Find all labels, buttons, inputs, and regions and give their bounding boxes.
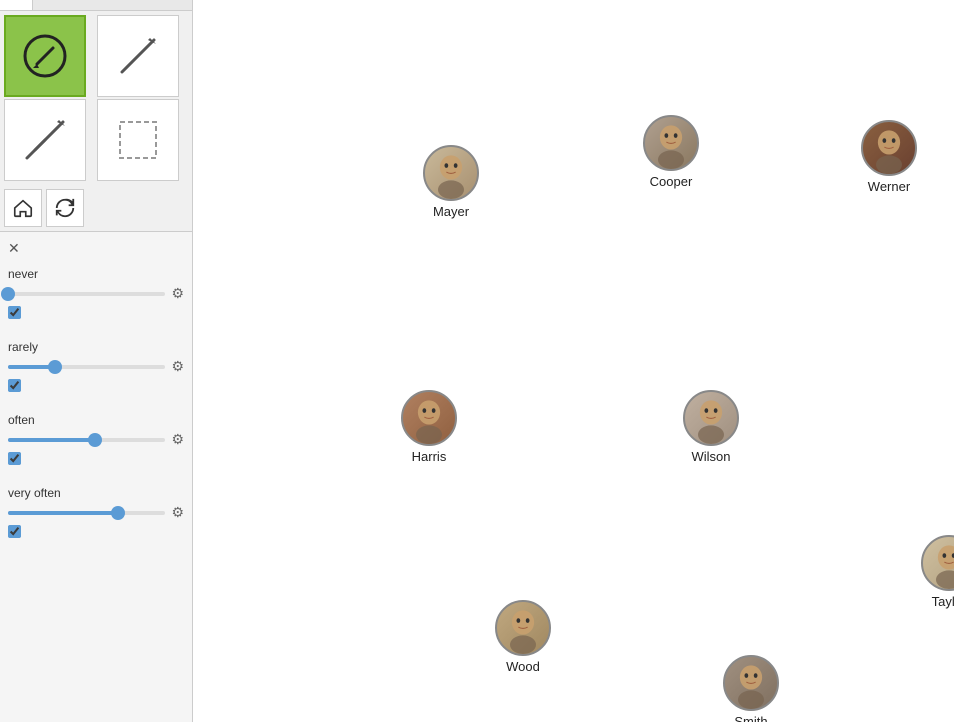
avatar-werner	[861, 120, 917, 176]
line-tool-button[interactable]	[97, 15, 179, 97]
avatar-wilson	[683, 390, 739, 446]
action-row	[0, 185, 192, 232]
multiline-tool-button[interactable]	[4, 99, 86, 181]
slider-track-never[interactable]	[8, 292, 165, 296]
person-label-cooper: Cooper	[650, 174, 693, 189]
slider-row-never: ⚙	[8, 285, 184, 302]
avatar-harris	[401, 390, 457, 446]
slider-track-very-often[interactable]	[8, 511, 165, 515]
person-node-wilson[interactable]: Wilson	[683, 390, 739, 464]
checkbox-often[interactable]	[8, 452, 21, 465]
freq-item-often: often ⚙	[8, 413, 184, 470]
tab-1[interactable]	[0, 0, 33, 10]
person-node-mayer[interactable]: Mayer	[423, 145, 479, 219]
support-panel: ✕ never ⚙ rarely ⚙ often	[0, 232, 192, 722]
checkbox-row-rarely	[8, 379, 184, 397]
rect-tool-button[interactable]	[97, 99, 179, 181]
tab-bar	[0, 0, 192, 11]
gear-icon-rarely[interactable]: ⚙	[171, 358, 184, 375]
person-label-harris: Harris	[412, 449, 447, 464]
frequency-container: never ⚙ rarely ⚙ often	[8, 267, 184, 543]
freq-label-rarely: rarely	[8, 340, 184, 354]
freq-label-often: often	[8, 413, 184, 427]
slider-track-often[interactable]	[8, 438, 165, 442]
checkbox-row-very-often	[8, 525, 184, 543]
freq-label-very-often: very often	[8, 486, 184, 500]
checkbox-row-never	[8, 306, 184, 324]
avatar-cooper	[643, 115, 699, 171]
gear-icon-never[interactable]: ⚙	[171, 285, 184, 302]
freq-item-never: never ⚙	[8, 267, 184, 324]
person-label-mayer: Mayer	[433, 204, 469, 219]
panel-header: ✕	[8, 240, 184, 257]
tool-grid	[0, 11, 192, 185]
person-node-wood[interactable]: Wood	[495, 600, 551, 674]
person-node-taylor[interactable]: Taylor	[921, 535, 954, 609]
panel-close-button[interactable]: ✕	[8, 240, 20, 257]
person-node-harris[interactable]: Harris	[401, 390, 457, 464]
checkbox-rarely[interactable]	[8, 379, 21, 392]
checkbox-never[interactable]	[8, 306, 21, 319]
freq-item-rarely: rarely ⚙	[8, 340, 184, 397]
slider-track-rarely[interactable]	[8, 365, 165, 369]
freq-item-very-often: very often ⚙	[8, 486, 184, 543]
person-node-smith[interactable]: Smith	[723, 655, 779, 722]
main-canvas: Mayer Cooper	[193, 0, 954, 722]
checkbox-very-often[interactable]	[8, 525, 21, 538]
slider-row-very-often: ⚙	[8, 504, 184, 521]
checkbox-row-often	[8, 452, 184, 470]
refresh-button[interactable]	[46, 189, 84, 227]
slider-row-often: ⚙	[8, 431, 184, 448]
home-button[interactable]	[4, 189, 42, 227]
sidebar: ✕ never ⚙ rarely ⚙ often	[0, 0, 193, 722]
gear-icon-often[interactable]: ⚙	[171, 431, 184, 448]
avatar-wood	[495, 600, 551, 656]
freq-label-never: never	[8, 267, 184, 281]
person-label-wilson: Wilson	[691, 449, 730, 464]
person-label-werner: Werner	[868, 179, 910, 194]
circle-tool-button[interactable]	[4, 15, 86, 97]
avatar-smith	[723, 655, 779, 711]
person-node-werner[interactable]: Werner	[861, 120, 917, 194]
avatar-mayer	[423, 145, 479, 201]
person-label-smith: Smith	[734, 714, 767, 722]
slider-row-rarely: ⚙	[8, 358, 184, 375]
gear-icon-very-often[interactable]: ⚙	[171, 504, 184, 521]
person-label-taylor: Taylor	[932, 594, 954, 609]
avatar-taylor	[921, 535, 954, 591]
person-node-cooper[interactable]: Cooper	[643, 115, 699, 189]
person-label-wood: Wood	[506, 659, 540, 674]
